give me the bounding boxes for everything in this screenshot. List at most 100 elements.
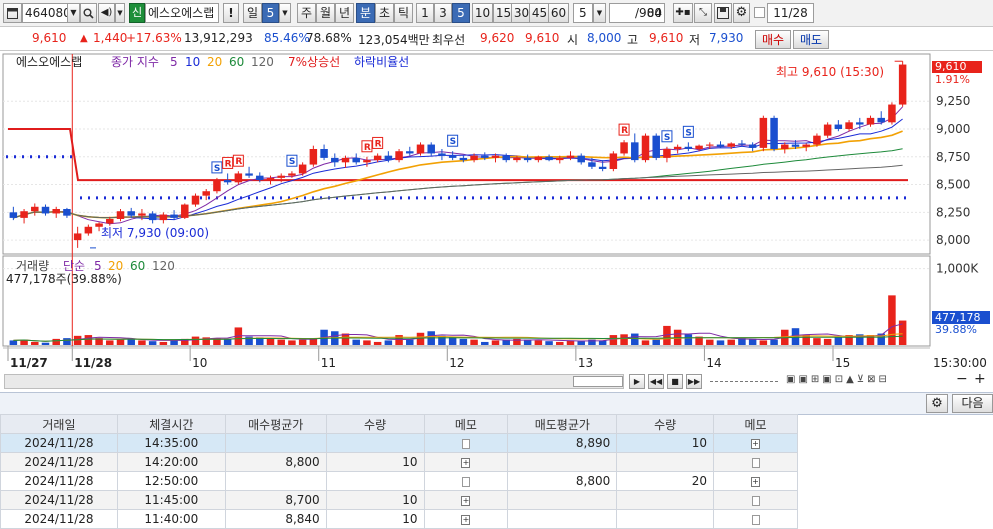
- buy-memo[interactable]: +: [423, 490, 509, 510]
- sound-icon[interactable]: ◀): [98, 3, 115, 23]
- code-dropdown-button[interactable]: ▼: [67, 3, 80, 23]
- memo-edit-icon[interactable]: +: [751, 438, 761, 449]
- candle: [598, 166, 607, 169]
- table-row[interactable]: 2024/11/28 11:40:00 8,840 10 +: [0, 509, 798, 529]
- candle: [802, 144, 810, 147]
- interval-45-button[interactable]: 45: [529, 3, 550, 23]
- time-label: 12: [449, 356, 464, 370]
- period-week-button[interactable]: 주: [297, 3, 316, 23]
- chart-tools-icon[interactable]: ▣▣⊞▣⊡▲⊻⊠⊟: [786, 374, 936, 389]
- buy-memo[interactable]: +: [423, 452, 509, 472]
- volume-bar: [641, 340, 650, 345]
- table-row[interactable]: 2024/11/28 14:35:00 8,890 10 +: [0, 433, 798, 453]
- interval-60-button[interactable]: 60: [548, 3, 569, 23]
- period-dropdown-button[interactable]: ▼: [279, 3, 291, 23]
- table-row[interactable]: 2024/11/28 14:20:00 8,800 10 +: [0, 452, 798, 472]
- period-year-button[interactable]: 년: [335, 3, 354, 23]
- date-input[interactable]: 11/28: [767, 3, 814, 23]
- chart-scrollbar[interactable]: [4, 374, 624, 389]
- memo-icon[interactable]: [751, 457, 760, 468]
- volume-ratio-1: 85.46%: [264, 31, 310, 45]
- interval-10-button[interactable]: 10: [472, 3, 493, 23]
- period-minute-button[interactable]: 분: [356, 3, 375, 23]
- rewind-button[interactable]: ◀◀: [648, 374, 664, 389]
- col-exec-time: 체결시간: [116, 414, 226, 434]
- buy-memo[interactable]: +: [423, 509, 509, 529]
- candle: [823, 124, 832, 136]
- memo-icon[interactable]: [461, 438, 470, 449]
- search-icon[interactable]: [80, 3, 97, 23]
- sound-dropdown-button[interactable]: ▼: [115, 3, 125, 23]
- gear-icon[interactable]: ⚙: [733, 3, 750, 23]
- zoom-slider[interactable]: [710, 381, 778, 382]
- signal-label: S: [664, 133, 670, 143]
- memo-edit-icon[interactable]: +: [751, 476, 761, 487]
- interval-dropdown-button[interactable]: ▼: [593, 3, 606, 23]
- volume-bar: [106, 340, 114, 345]
- memo-edit-icon[interactable]: +: [461, 514, 471, 525]
- buy-button[interactable]: 매수: [755, 30, 791, 49]
- volume-bar: [352, 339, 360, 345]
- sell-memo[interactable]: [713, 490, 798, 510]
- interval-select[interactable]: 5: [573, 3, 593, 23]
- memo-icon[interactable]: [751, 514, 760, 525]
- exec-time: 11:40:00: [116, 509, 226, 529]
- date-checkbox[interactable]: [754, 7, 765, 18]
- period-month-button[interactable]: 월: [316, 3, 335, 23]
- scroll-right-button[interactable]: ▶: [629, 374, 645, 389]
- sell-memo[interactable]: [713, 452, 798, 472]
- gear-icon[interactable]: ⚙: [926, 394, 948, 413]
- candle: [556, 157, 564, 161]
- sell-memo[interactable]: +: [713, 471, 798, 491]
- interval-3-button[interactable]: 3: [434, 3, 452, 23]
- next-button[interactable]: 다음: [952, 394, 993, 413]
- period-tick-button[interactable]: 틱: [394, 3, 413, 23]
- buy-memo[interactable]: [423, 433, 509, 453]
- sell-avg: 8,800: [507, 471, 618, 491]
- time-label: 15:30:00: [933, 356, 987, 370]
- warning-button[interactable]: !: [223, 3, 239, 23]
- sell-button[interactable]: 매도: [793, 30, 829, 49]
- period-second-button[interactable]: 초: [375, 3, 394, 23]
- scroll-thumb[interactable]: [573, 376, 623, 387]
- time-label: 10: [192, 356, 207, 370]
- interval-5-button[interactable]: 5: [452, 3, 470, 23]
- candle: [673, 146, 682, 149]
- candle: [706, 144, 714, 146]
- sell-memo[interactable]: [713, 509, 798, 529]
- crosshair-icon[interactable]: ✚▪: [673, 3, 693, 23]
- sell-memo[interactable]: +: [713, 433, 798, 453]
- price-tick-label: 9,000: [936, 122, 970, 136]
- forward-button[interactable]: ▶▶: [686, 374, 702, 389]
- buy-memo[interactable]: [423, 471, 509, 491]
- credit-badge: 신: [129, 3, 145, 23]
- zoom-out-icon[interactable]: −: [956, 371, 968, 387]
- zoom-in-icon[interactable]: +: [974, 371, 986, 387]
- stop-button[interactable]: ■: [667, 374, 683, 389]
- table-row[interactable]: 2024/11/28 12:50:00 8,800 20 +: [0, 471, 798, 491]
- candle: [620, 142, 628, 154]
- stock-name-field[interactable]: 에스오에스랩: [145, 3, 219, 23]
- memo-edit-icon[interactable]: +: [461, 495, 471, 506]
- period-day-button[interactable]: 일: [243, 3, 262, 23]
- signal-label: R: [364, 143, 371, 153]
- memo-icon[interactable]: [461, 476, 470, 487]
- stock-code-input[interactable]: 464080: [22, 3, 68, 23]
- candle: [223, 180, 232, 183]
- candle: [470, 155, 478, 161]
- memo-icon[interactable]: [751, 495, 760, 506]
- candle: [502, 155, 510, 161]
- draw-tool-icon[interactable]: ⤡: [694, 3, 712, 23]
- price-chart[interactable]: 9,250 9,000 8,750 8,500 8,250 8,000 1,000K 11/2…: [0, 51, 993, 396]
- volume-bar: [577, 341, 585, 345]
- buy-avg: 8,800: [224, 452, 327, 472]
- table-row[interactable]: 2024/11/28 11:45:00 8,700 10 +: [0, 490, 798, 510]
- col-trade-date: 거래일: [0, 414, 118, 434]
- volume-bar: [823, 338, 832, 345]
- high-annotation: 최고 9,610 (15:30): [776, 65, 884, 79]
- window-icon[interactable]: [3, 3, 22, 23]
- period-day-value[interactable]: 5: [262, 3, 279, 23]
- interval-1-button[interactable]: 1: [416, 3, 434, 23]
- save-icon[interactable]: [714, 3, 732, 23]
- memo-edit-icon[interactable]: +: [461, 457, 471, 468]
